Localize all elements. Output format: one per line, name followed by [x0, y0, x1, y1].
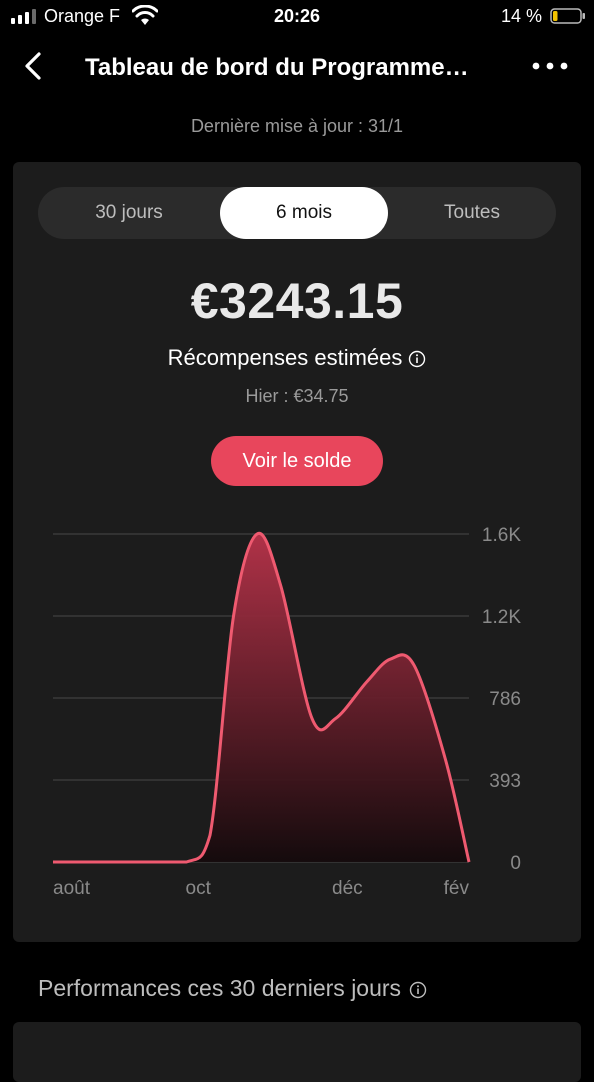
rewards-card: 30 jours 6 mois Toutes €3243.15 Récompen…	[13, 162, 581, 942]
back-arrow-icon[interactable]	[18, 50, 50, 82]
performance-title-text: Performances ces 30 derniers jours	[38, 975, 402, 1001]
x-tick-label: août	[53, 878, 91, 899]
tab-6-months[interactable]: 6 mois	[220, 187, 388, 239]
reward-amount: €3243.15	[190, 273, 404, 329]
page-title: Tableau de bord du Programme…	[85, 54, 469, 81]
last-update-text: Dernière mise à jour : 31/1	[190, 116, 404, 136]
x-tick-label: oct	[186, 878, 212, 899]
reward-label-row: Récompenses estimées	[13, 345, 581, 371]
y-tick-label: 0	[510, 853, 521, 874]
more-options-icon[interactable]	[530, 56, 570, 76]
rewards-area-chart: 1.6K 1.2K 786 393 0 août oct déc fév	[53, 525, 521, 899]
navigation-bar: Tableau de bord du Programme…	[0, 40, 594, 96]
y-tick-label: 393	[489, 771, 521, 792]
y-tick-label: 786	[489, 689, 521, 710]
battery-percentage: 14 %	[500, 6, 542, 26]
x-tick-label: fév	[444, 878, 470, 899]
yesterday-reward: Hier : €34.75	[245, 386, 349, 406]
tab-all[interactable]: Toutes	[388, 187, 556, 239]
info-icon[interactable]	[409, 981, 427, 999]
period-selector: 30 jours 6 mois Toutes	[38, 187, 556, 239]
y-tick-label: 1.2K	[482, 607, 521, 628]
status-bar: Orange F 20:26 14 %	[0, 0, 594, 34]
performance-card	[13, 1022, 581, 1082]
tab-30-days[interactable]: 30 jours	[38, 187, 220, 239]
reward-label: Récompenses estimées	[167, 345, 403, 370]
performance-title: Performances ces 30 derniers jours	[38, 975, 427, 1002]
view-balance-button[interactable]: Voir le solde	[211, 436, 383, 486]
x-tick-label: déc	[332, 878, 363, 899]
y-tick-label: 1.6K	[482, 525, 521, 546]
battery-icon	[550, 8, 585, 24]
info-icon[interactable]	[408, 350, 426, 368]
